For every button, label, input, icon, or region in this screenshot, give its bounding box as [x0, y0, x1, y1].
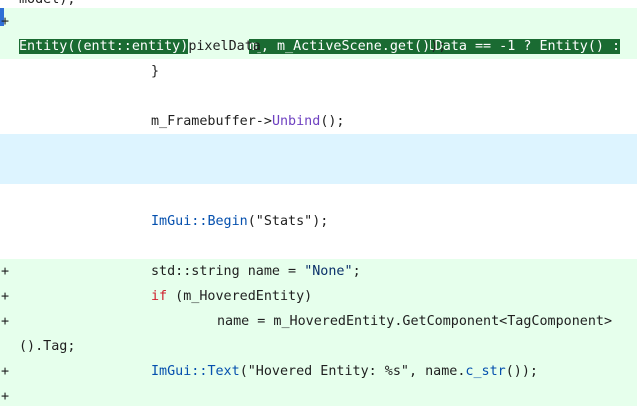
diff-line: ().Tag; [0, 334, 637, 359]
diff-line: ImGui::Begin("Stats"); [0, 209, 637, 234]
function-token: Unbind [271, 114, 321, 129]
code-token: std::string name = [151, 264, 305, 279]
diff-line: } [0, 59, 637, 84]
code-text: if (m_HoveredEntity) [151, 284, 312, 309]
code-text: name = m_HoveredEntity.GetComponent<TagC… [217, 314, 613, 329]
selected-text: Entity((entt::entity) [19, 39, 189, 54]
code-token: ("Hovered Entity: %s", name. [239, 364, 466, 379]
code-text: m_Framebuffer->Unbind(); [151, 109, 345, 134]
diff-line: + if (m_HoveredEntity) [0, 284, 637, 309]
selected-text: , m_ActiveScene.get() [260, 39, 431, 54]
function-token: Begin [207, 214, 248, 229]
string-token: "None" [304, 264, 353, 279]
code-token: ); [430, 39, 447, 54]
added-marker: + [1, 289, 10, 304]
code-token: pixelData [188, 39, 261, 54]
added-marker: + [1, 314, 10, 329]
code-token: (); [320, 114, 345, 129]
function-token: c_str [465, 364, 506, 379]
diff-line: + m_HoveredEntity = pixelData == -1 ? En… [0, 9, 637, 54]
added-marker: + [1, 14, 10, 29]
diff-line: + [0, 384, 637, 406]
diff-line: + ImGui::Text("Hovered Entity: %s", name… [0, 359, 637, 384]
function-token: Text [207, 364, 240, 379]
info-band [0, 134, 637, 184]
code-token: ("Stats"); [247, 214, 329, 229]
diff-line: + name = m_HoveredEntity.GetComponent<Ta… [0, 309, 637, 334]
diff-line: + std::string name = "None"; [0, 259, 637, 284]
namespace-token: ImGui:: [151, 364, 208, 379]
added-marker: + [1, 264, 10, 279]
diff-line: Entity((entt::entity)pixelData, m_Active… [0, 34, 637, 59]
code-token: ()); [505, 364, 538, 379]
code-text: std::string name = "None"; [151, 259, 361, 284]
added-marker: + [1, 364, 10, 379]
code-text: ().Tag; [19, 339, 76, 354]
keyword-token: if [151, 289, 168, 304]
code-text: ImGui::Begin("Stats"); [151, 209, 328, 234]
namespace-token: ImGui:: [151, 214, 208, 229]
code-text: Entity((entt::entity)pixelData, m_Active… [19, 34, 446, 59]
added-marker: + [1, 389, 10, 404]
code-text: } [151, 64, 160, 79]
code-text: ImGui::Text("Hovered Entity: %s", name.c… [151, 359, 538, 384]
diff-line: m_Framebuffer->Unbind(); [0, 109, 637, 134]
code-token: ; [352, 264, 361, 279]
code-token: (m_HoveredEntity) [167, 289, 313, 304]
code-token: m_Framebuffer-> [151, 114, 272, 129]
